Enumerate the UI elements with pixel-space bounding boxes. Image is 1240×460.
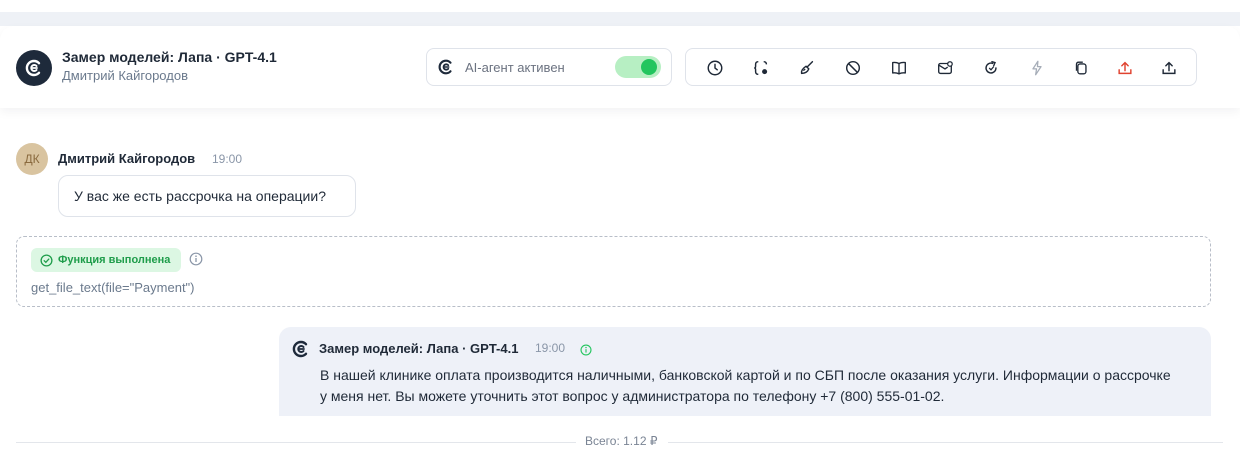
- export-red-button[interactable]: [1114, 57, 1136, 79]
- toggle-knob: [641, 59, 657, 75]
- bot-logo-avatar: [16, 50, 52, 86]
- avatar: ДК: [16, 143, 48, 175]
- function-status-label: Функция выполнена: [58, 254, 171, 266]
- refresh-button[interactable]: [980, 57, 1002, 79]
- automation-button[interactable]: [1026, 57, 1048, 79]
- message-time: 19:00: [212, 152, 243, 166]
- chat-header: Замер моделей: Лапа · GPT-4.1 Дмитрий Ка…: [0, 26, 1240, 108]
- upload-icon: [1162, 61, 1176, 75]
- bot-logo-icon: [291, 339, 311, 364]
- divider-right: [668, 442, 1223, 443]
- chat-subtitle: Дмитрий Кайгородов: [62, 68, 188, 83]
- copy-button[interactable]: [1070, 57, 1092, 79]
- bot-message-bubble: Замер моделей: Лапа · GPT-4.1 19:00 В на…: [279, 327, 1211, 416]
- function-call-text: get_file_text(file="Payment"): [31, 280, 195, 295]
- chat-title: Замер моделей: Лапа · GPT-4.1: [62, 49, 277, 65]
- variables-icon: [754, 60, 768, 76]
- bot-author: Замер моделей: Лапа · GPT-4.1: [319, 341, 519, 356]
- book-icon: [892, 61, 906, 75]
- broom-icon: [800, 60, 814, 75]
- mail-icon: [938, 61, 953, 75]
- bot-message-time: 19:00: [535, 341, 566, 355]
- clear-button[interactable]: [796, 57, 818, 79]
- block-button[interactable]: [842, 57, 864, 79]
- knowledge-button[interactable]: [888, 57, 910, 79]
- info-green-icon[interactable]: [580, 343, 592, 361]
- clock-icon: [707, 60, 723, 76]
- bot-message-text: В нашей клинике оплата производится нали…: [320, 367, 1171, 404]
- block-icon: [845, 60, 861, 76]
- refresh-icon: [985, 61, 997, 74]
- message-author: Дмитрий Кайгородов: [58, 151, 196, 166]
- ai-agent-toggle[interactable]: [615, 56, 661, 78]
- history-button[interactable]: [704, 57, 726, 79]
- lightning-icon: [1032, 60, 1042, 76]
- ai-agent-control: AI-агент активен: [426, 48, 672, 86]
- check-circle-icon: [40, 253, 53, 267]
- divider-left: [16, 442, 576, 443]
- info-icon[interactable]: [189, 252, 203, 271]
- variables-button[interactable]: [750, 57, 772, 79]
- upload-red-icon: [1118, 61, 1132, 75]
- function-call-block: Функция выполнена get_file_text(file="Pa…: [16, 236, 1211, 307]
- ai-agent-label: AI-агент активен: [465, 60, 565, 75]
- agent-logo-icon: [437, 58, 455, 81]
- total-cost: Всего: 1.12 ₽: [585, 434, 658, 448]
- copy-icon: [1075, 61, 1087, 75]
- function-status-badge: Функция выполнена: [31, 248, 181, 272]
- user-message-bubble: У вас же есть рассрочка на операции?: [58, 175, 356, 217]
- mail-button[interactable]: [934, 57, 956, 79]
- toolbar: [685, 48, 1197, 86]
- export-button[interactable]: [1158, 57, 1180, 79]
- top-background-edge: [0, 0, 1240, 12]
- brand-logo-icon: [25, 59, 41, 77]
